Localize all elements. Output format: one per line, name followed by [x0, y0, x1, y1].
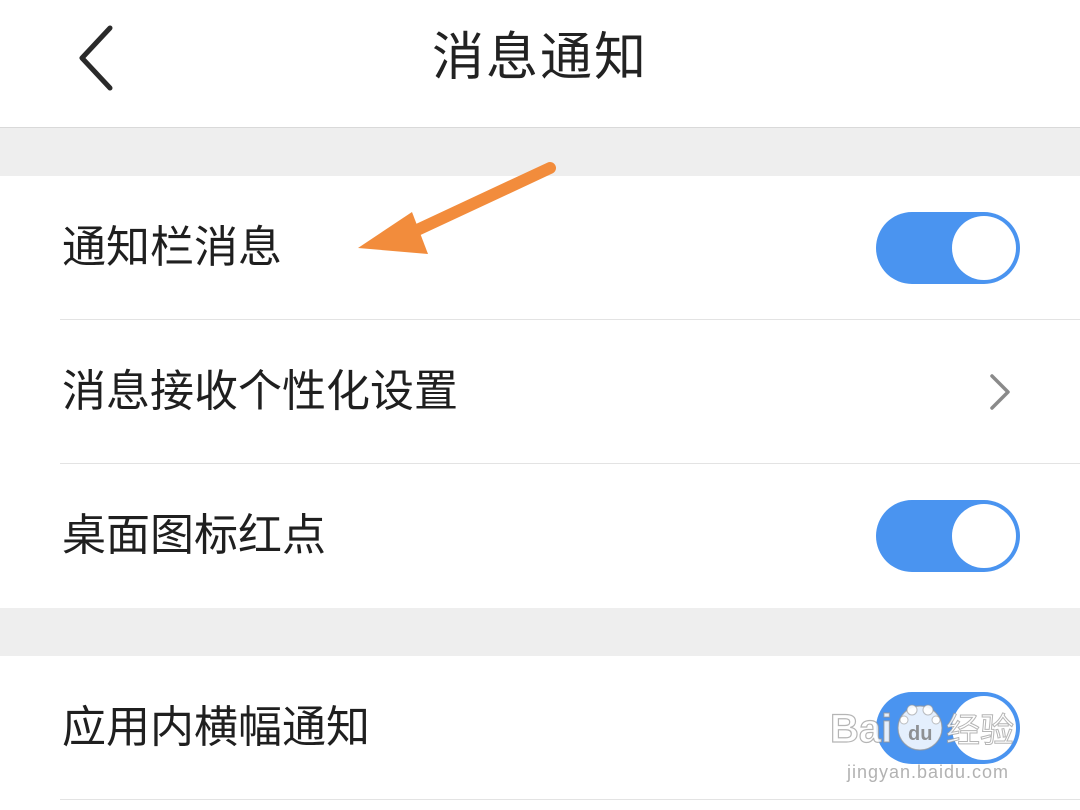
settings-section-1: 通知栏消息 消息接收个性化设置 桌面图标红点: [0, 176, 1080, 608]
settings-section-2: 应用内横幅通知: [0, 656, 1080, 810]
top-bar: 消息通知: [0, 0, 1080, 128]
chevron-right-icon[interactable]: [980, 368, 1020, 416]
row-label: 通知栏消息: [62, 222, 282, 273]
row-notification-bar-messages[interactable]: 通知栏消息: [0, 176, 1080, 320]
divider: [60, 799, 1080, 800]
row-desktop-badge[interactable]: 桌面图标红点: [0, 464, 1080, 608]
row-label: 消息接收个性化设置: [62, 366, 458, 417]
section-gap: [0, 608, 1080, 656]
toggle-knob: [952, 504, 1016, 568]
row-personalized-receiving[interactable]: 消息接收个性化设置: [0, 320, 1080, 464]
toggle-knob: [952, 216, 1016, 280]
notification-settings-page: 消息通知 通知栏消息 消息接收个性化设置 桌面图标红点 应用内横幅通知 Bai …: [0, 0, 1080, 810]
row-in-app-banner[interactable]: 应用内横幅通知: [0, 656, 1080, 800]
row-label: 桌面图标红点: [62, 510, 326, 561]
row-label: 应用内横幅通知: [62, 702, 370, 753]
section-gap: [0, 128, 1080, 176]
toggle-knob: [952, 696, 1016, 760]
in-app-banner-toggle[interactable]: [876, 692, 1020, 764]
page-title: 消息通知: [431, 28, 648, 88]
desktop-badge-toggle[interactable]: [876, 500, 1020, 572]
notification-bar-toggle[interactable]: [876, 212, 1020, 284]
